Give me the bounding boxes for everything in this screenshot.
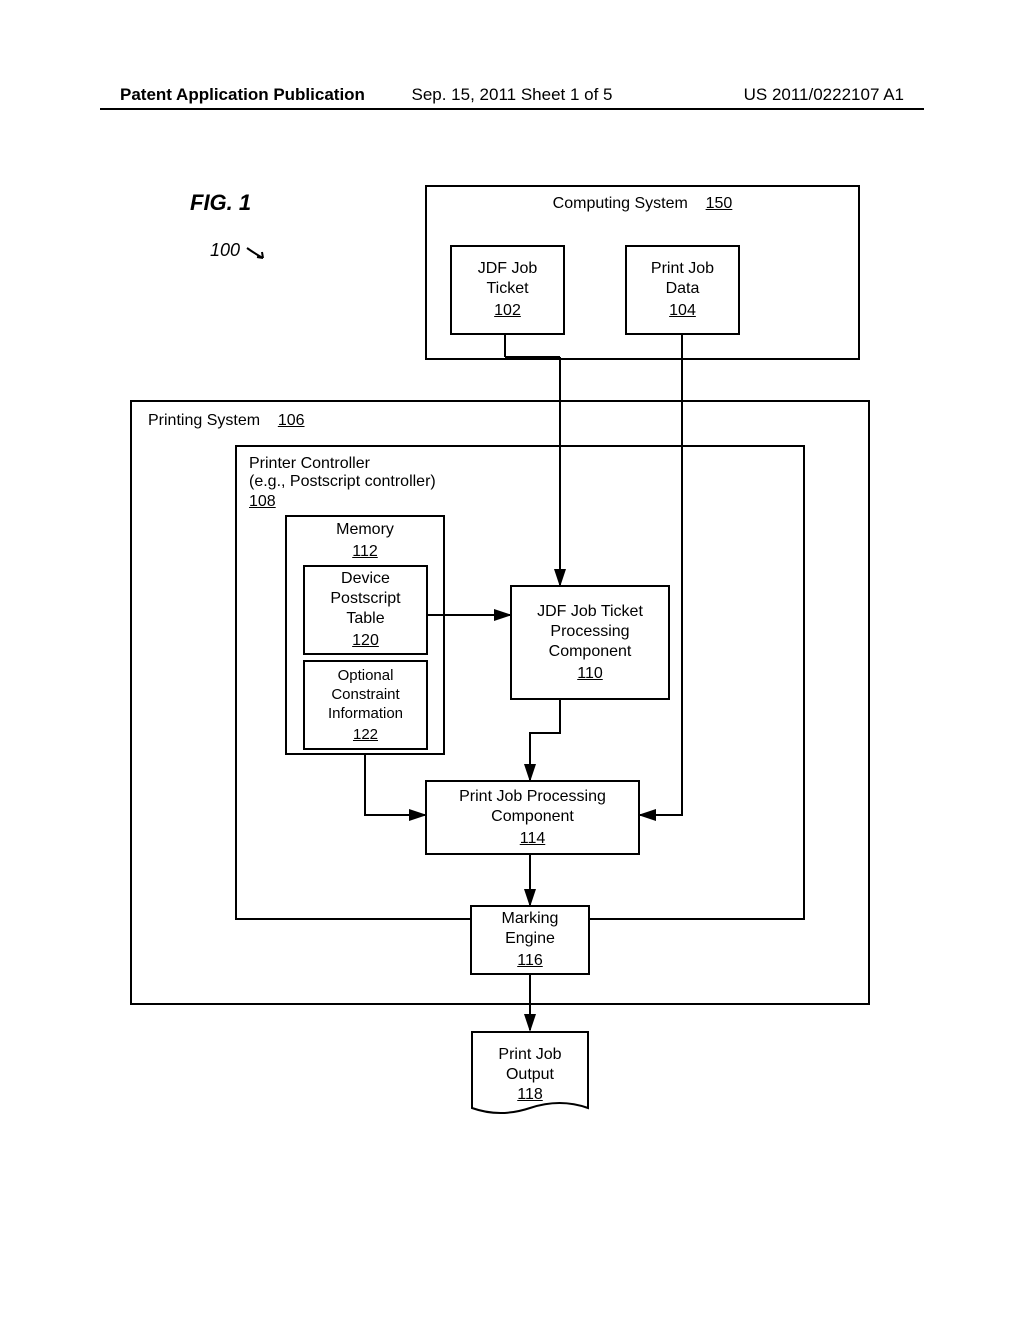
- print-data-line1: Print Job: [651, 260, 714, 278]
- header-divider: [100, 108, 924, 110]
- print-data-ref: 104: [669, 302, 696, 320]
- jdf-processing-line2: Processing: [550, 623, 629, 641]
- output-line2: Output: [498, 1066, 561, 1084]
- constraint-line1: Optional: [338, 667, 394, 684]
- constraint-line2: Constraint: [331, 686, 399, 703]
- printer-controller-line2: (e.g., Postscript controller): [249, 473, 436, 491]
- jdf-ticket-ref: 102: [494, 302, 521, 320]
- print-processing-ref: 114: [520, 830, 546, 848]
- output-ref: 118: [498, 1086, 561, 1104]
- device-table-line3: Table: [346, 610, 384, 628]
- jdf-processing-line3: Component: [549, 643, 632, 661]
- header-left: Patent Application Publication: [120, 85, 365, 105]
- jdf-processing-line1: JDF Job Ticket: [537, 603, 643, 621]
- memory-title: Memory: [336, 521, 394, 539]
- print-processing-box: Print Job Processing Component 114: [425, 780, 640, 855]
- printer-controller-line1: Printer Controller: [249, 455, 436, 473]
- print-processing-line1: Print Job Processing: [459, 788, 606, 806]
- device-table-ref: 120: [352, 632, 379, 650]
- device-table-box: Device Postscript Table 120: [303, 565, 428, 655]
- printer-controller-ref: 108: [249, 493, 276, 511]
- device-table-line1: Device: [341, 570, 390, 588]
- page-header: Patent Application Publication Sep. 15, …: [0, 85, 1024, 105]
- jdf-ticket-line2: Ticket: [486, 280, 528, 298]
- computing-system-title: Computing System: [553, 195, 688, 212]
- jdf-processing-box: JDF Job Ticket Processing Component 110: [510, 585, 670, 700]
- print-processing-line2: Component: [491, 808, 574, 826]
- ref-100-label: 100: [210, 240, 240, 261]
- marking-box: Marking Engine 116: [470, 905, 590, 975]
- printing-system-title: Printing System: [148, 412, 260, 429]
- jdf-ticket-box: JDF Job Ticket 102: [450, 245, 565, 335]
- marking-ref: 116: [517, 952, 543, 970]
- memory-ref: 112: [352, 543, 378, 561]
- constraint-box: Optional Constraint Information 122: [303, 660, 428, 750]
- jdf-ticket-line1: JDF Job: [478, 260, 538, 278]
- output-box: Print Job Output 118: [470, 1030, 590, 1120]
- marking-line2: Engine: [505, 930, 555, 948]
- output-line1: Print Job: [498, 1046, 561, 1064]
- constraint-ref: 122: [353, 726, 378, 743]
- constraint-line3: Information: [328, 705, 403, 722]
- print-data-box: Print Job Data 104: [625, 245, 740, 335]
- printing-system-ref: 106: [278, 412, 305, 429]
- device-table-line2: Postscript: [330, 590, 400, 608]
- header-center: Sep. 15, 2011 Sheet 1 of 5: [411, 85, 612, 105]
- marking-line1: Marking: [502, 910, 559, 928]
- jdf-processing-ref: 110: [577, 665, 603, 683]
- print-data-line2: Data: [666, 280, 700, 298]
- computing-system-ref: 150: [706, 195, 733, 212]
- header-right: US 2011/0222107 A1: [744, 85, 904, 105]
- figure-label: FIG. 1: [190, 190, 251, 216]
- ref-100-hook-icon: [245, 240, 270, 265]
